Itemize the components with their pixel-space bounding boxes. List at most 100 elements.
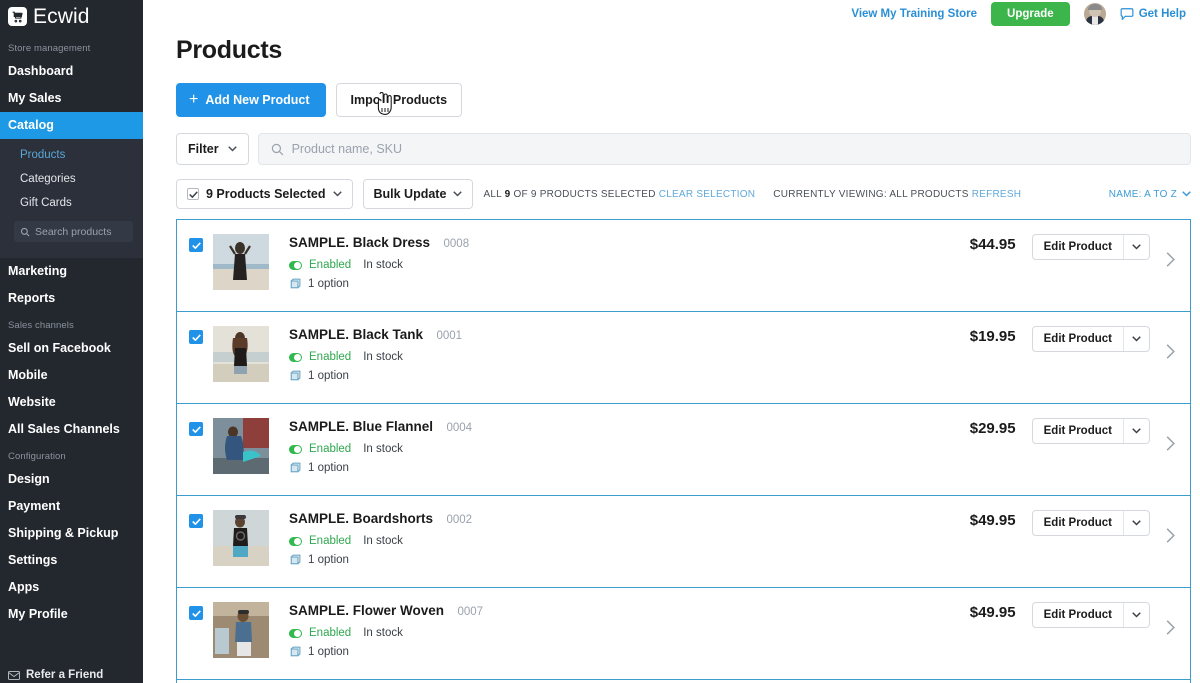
stock-label: In stock (363, 443, 403, 455)
table-row[interactable]: SAMPLE. Boardshorts 0002 Enabled In stoc… (177, 496, 1190, 588)
sidebar-item-payment[interactable]: Payment (0, 493, 143, 520)
product-name: SAMPLE. Blue Flannel (289, 419, 434, 434)
sidebar-item-my-profile[interactable]: My Profile (0, 601, 143, 628)
page-title: Products (176, 36, 282, 64)
add-new-product-button[interactable]: + Add New Product (176, 83, 326, 117)
toggle-on-icon[interactable] (289, 444, 302, 454)
edit-product-dropdown[interactable] (1123, 327, 1149, 351)
sidebar-search-placeholder: Search products (35, 225, 112, 238)
stock-label: In stock (363, 627, 403, 639)
search-icon (271, 143, 283, 155)
sidebar-section-label-store: Store management (8, 43, 91, 54)
sidebar-item-categories[interactable]: Categories (0, 167, 143, 191)
view-my-training-store-link[interactable]: View My Training Store (851, 8, 977, 20)
stock-label: In stock (363, 535, 403, 547)
viewing-label: CURRENTLY VIEWING: ALL PRODUCTS (773, 188, 969, 200)
product-name: SAMPLE. Black Tank (289, 327, 424, 342)
brand-logo[interactable]: Ecwid (0, 0, 143, 35)
sidebar-item-sell-on-facebook[interactable]: Sell on Facebook (0, 335, 143, 362)
filter-button[interactable]: Filter (176, 133, 249, 165)
edit-product-button[interactable]: Edit Product (1033, 419, 1123, 443)
toggle-on-icon[interactable] (289, 260, 302, 270)
sidebar-item-my-sales[interactable]: My Sales (0, 85, 143, 112)
sidebar-item-apps[interactable]: Apps (0, 574, 143, 601)
expand-row-button[interactable] (1150, 234, 1190, 267)
product-options: 1 option (289, 462, 970, 474)
checkbox-checked-icon[interactable] (189, 514, 203, 528)
table-row[interactable]: SAMPLE. Black Tank 0001 Enabled In stock… (177, 312, 1190, 404)
table-row[interactable]: SAMPLE. Blue Flannel 0004 Enabled In sto… (177, 404, 1190, 496)
product-options: 1 option (289, 370, 970, 382)
upgrade-button[interactable]: Upgrade (991, 2, 1070, 26)
cube-icon (290, 462, 301, 473)
edit-product-dropdown[interactable] (1123, 511, 1149, 535)
expand-row-button[interactable] (1150, 418, 1190, 451)
shopping-cart-icon (8, 7, 27, 26)
product-sku: 0008 (443, 238, 470, 250)
bulk-update-dropdown[interactable]: Bulk Update (362, 179, 474, 209)
product-price: $29.95 (969, 420, 1016, 437)
sort-label: NAME: A TO Z (1108, 188, 1177, 200)
sidebar-item-catalog[interactable]: Catalog (0, 112, 143, 139)
refresh-link[interactable]: REFRESH (972, 189, 1022, 200)
search-input[interactable]: Product name, SKU (257, 133, 1191, 165)
products-selected-dropdown[interactable]: 9 Products Selected (176, 179, 353, 209)
edit-product-button[interactable]: Edit Product (1033, 511, 1123, 535)
checkbox-checked-icon[interactable] (189, 422, 203, 436)
get-help-label: Get Help (1138, 8, 1186, 20)
app-root: Ecwid Store management Dashboard My Sale… (0, 0, 1200, 683)
get-help-button[interactable]: Get Help (1120, 8, 1186, 20)
sidebar-item-gift-cards[interactable]: Gift Cards (0, 191, 143, 215)
clear-selection-link[interactable]: CLEAR SELECTION (659, 189, 756, 200)
edit-product-button[interactable]: Edit Product (1033, 603, 1123, 627)
sort-dropdown[interactable]: NAME: A TO Z (1109, 189, 1191, 200)
sidebar-item-marketing[interactable]: Marketing (0, 258, 143, 285)
topbar: View My Training Store Upgrade Get Help (143, 0, 1200, 28)
product-thumbnail (213, 418, 269, 474)
edit-product-dropdown[interactable] (1123, 235, 1149, 259)
product-status: Enabled In stock (289, 627, 970, 639)
sidebar-item-shipping-pickup[interactable]: Shipping & Pickup (0, 520, 143, 547)
sidebar-item-refer-a-friend[interactable]: Refer a Friend (0, 663, 143, 683)
sidebar-item-design[interactable]: Design (0, 466, 143, 493)
avatar[interactable] (1083, 3, 1106, 25)
chevron-right-icon (1166, 252, 1175, 267)
checkbox-checked-icon[interactable] (189, 606, 203, 620)
product-sku: 0004 (446, 422, 473, 434)
edit-product-dropdown[interactable] (1123, 603, 1149, 627)
expand-row-button[interactable] (1150, 326, 1190, 359)
chevron-right-icon (1166, 528, 1175, 543)
sidebar-item-website[interactable]: Website (0, 389, 143, 416)
currently-viewing: CURRENTLY VIEWING: ALL PRODUCTS REFRESH (773, 189, 1021, 200)
sidebar-item-products[interactable]: Products (0, 143, 143, 167)
product-thumbnail (213, 234, 269, 290)
sidebar-item-settings[interactable]: Settings (0, 547, 143, 574)
sidebar-item-dashboard[interactable]: Dashboard (0, 58, 143, 85)
import-products-button[interactable]: Import Products (335, 83, 463, 117)
sidebar-search-products[interactable]: Search products (14, 221, 133, 242)
cube-icon (290, 278, 301, 289)
chevron-down-icon (453, 191, 463, 197)
status-suffix: OF 9 PRODUCTS SELECTED (513, 188, 656, 200)
toggle-on-icon[interactable] (289, 536, 302, 546)
status-prefix: ALL (483, 188, 502, 200)
checkbox-checked-icon[interactable] (189, 330, 203, 344)
toggle-on-icon[interactable] (289, 352, 302, 362)
expand-row-button[interactable] (1150, 510, 1190, 543)
table-row[interactable]: SAMPLE. Black Dress 0008 Enabled In stoc… (177, 220, 1190, 312)
checkbox-checked-icon[interactable] (189, 238, 203, 252)
sidebar-item-all-sales-channels[interactable]: All Sales Channels (0, 416, 143, 443)
edit-product-dropdown[interactable] (1123, 419, 1149, 443)
edit-product-button[interactable]: Edit Product (1033, 235, 1123, 259)
expand-row-button[interactable] (1150, 602, 1190, 635)
cube-icon (290, 370, 301, 381)
option-label: 1 option (308, 278, 349, 290)
sidebar-item-mobile[interactable]: Mobile (0, 362, 143, 389)
table-row[interactable]: SAMPLE. Flower Woven 0007 Enabled In sto… (177, 588, 1190, 680)
toggle-on-icon[interactable] (289, 628, 302, 638)
product-status: Enabled In stock (289, 351, 970, 363)
option-label: 1 option (308, 370, 349, 382)
sidebar-item-reports[interactable]: Reports (0, 285, 143, 312)
edit-product-button[interactable]: Edit Product (1033, 327, 1123, 351)
products-selected-label: 9 Products Selected (206, 187, 326, 201)
